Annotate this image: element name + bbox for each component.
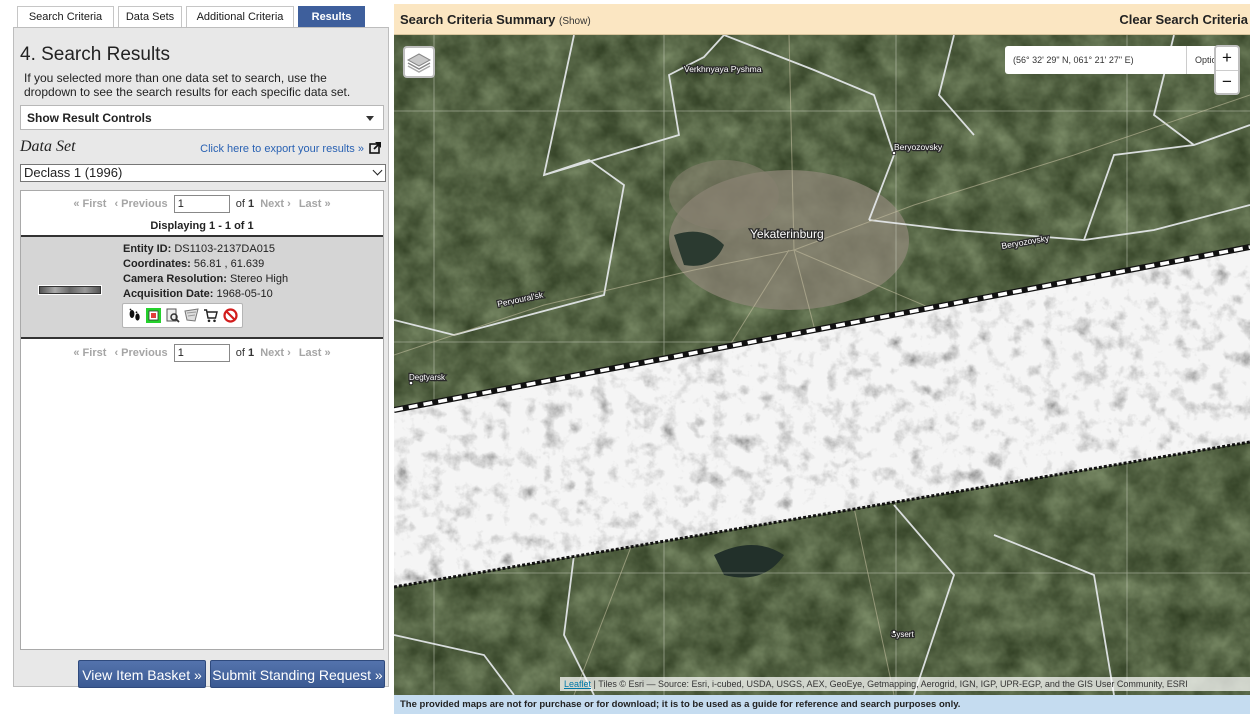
pager-first[interactable]: « First [73,198,106,210]
pager-last[interactable]: Last » [299,198,331,210]
pager-previous[interactable]: ‹ Previous [114,347,167,359]
pager-next[interactable]: Next › [260,198,291,210]
map-canvas[interactable]: Verkhnyaya Pyshma Beryozovsky Yekaterinb… [394,35,1250,695]
map-disclaimer: The provided maps are not for purchase o… [394,695,1250,714]
leaflet-link[interactable]: Leaflet [564,679,591,689]
pager-bottom: « First ‹ Previous 1 of 1 Next › Last » [21,344,383,364]
results-panel: 4. Search Results If you selected more t… [13,27,389,688]
export-results-link[interactable]: Click here to export your results » [200,143,364,155]
acquisition-date: 1968-05-10 [216,288,273,300]
view-item-basket-button[interactable]: View Item Basket » [78,660,206,688]
result-metadata: Entity ID: DS1103-2137DA015 Coordinates:… [123,243,289,300]
zoom-out-button[interactable]: − [1216,70,1238,93]
layers-control[interactable] [403,46,435,78]
chevron-down-icon [372,165,383,176]
show-result-controls-label: Show Result Controls [27,111,152,125]
submit-standing-request-button[interactable]: Submit Standing Request » [210,660,385,688]
entity-id: DS1103-2137DA015 [174,243,276,255]
place-label: Beryozovsky [894,142,943,152]
dataset-select[interactable]: Declass 1 (1996) [20,164,386,182]
result-action-bar [122,303,243,328]
pager-of: of 1 [235,346,255,360]
result-row: Entity ID: DS1103-2137DA015 Coordinates:… [21,235,383,339]
left-panel: Search Criteria Data Sets Additional Cri… [0,0,393,714]
clear-search-criteria-button[interactable]: Clear Search Criteria [1119,12,1248,27]
place-label: Degtyarsk [409,373,446,382]
footprint-icon[interactable] [127,308,142,323]
tab-results[interactable]: Results [298,6,365,28]
zoom-in-button[interactable]: + [1216,47,1238,70]
pager-last[interactable]: Last » [299,347,331,359]
pager-previous[interactable]: ‹ Previous [114,198,167,210]
place-label: Yekaterinburg [750,227,824,241]
intro-text: If you selected more than one data set t… [24,71,351,99]
summary-show-link[interactable]: (Show) [559,16,591,27]
urban-area [669,160,779,230]
search-criteria-summary-bar: Search Criteria Summary (Show) Clear Sea… [394,4,1250,35]
dataset-label: Data Set [20,138,76,155]
tab-additional-criteria[interactable]: Additional Criteria [186,6,294,28]
caret-down-icon [366,116,374,121]
summary-title: Search Criteria Summary (Show) [400,12,591,27]
camera-resolution: Stereo High [229,273,289,285]
page-title: 4. Search Results [20,44,170,65]
overlay-icon[interactable] [146,308,161,323]
pager-first[interactable]: « First [73,347,106,359]
results-list: « First ‹ Previous 1 of 1 Next › Last » … [20,190,384,650]
tab-data-sets[interactable]: Data Sets [118,6,182,28]
tab-search-criteria[interactable]: Search Criteria [17,6,114,28]
dataset-select-value: Declass 1 (1996) [24,165,123,180]
map-attribution: Leaflet | Tiles © Esri — Source: Esri, i… [560,677,1250,691]
exclude-icon[interactable] [223,308,238,323]
compare-icon[interactable] [184,308,199,323]
coordinate-value: (56° 32' 29" N, 061° 21' 27" E) [1013,55,1134,65]
map-view[interactable]: Search Criteria Summary (Show) Clear Sea… [394,4,1250,714]
cart-icon[interactable] [203,308,218,323]
place-label: Verkhnyaya Pyshma [684,64,762,74]
external-link-icon[interactable] [369,141,382,154]
zoom-control: + − [1214,45,1240,95]
show-result-controls-dropdown[interactable]: Show Result Controls [20,105,384,130]
page-input[interactable]: 1 [173,195,230,213]
coordinate-readout: (56° 32' 29" N, 061° 21' 27" E) Options [1005,46,1234,74]
pager-of: of 1 [235,197,255,211]
coordinates: 56.81 , 61.639 [193,258,265,270]
metadata-icon[interactable] [165,308,180,323]
pager-next[interactable]: Next › [260,347,291,359]
pager-top: « First ‹ Previous 1 of 1 Next › Last » [21,195,383,215]
page-input[interactable]: 1 [173,344,230,362]
displaying-count: Displaying 1 - 1 of 1 [150,220,254,232]
layers-icon [406,53,432,73]
result-thumbnail[interactable] [38,285,102,295]
